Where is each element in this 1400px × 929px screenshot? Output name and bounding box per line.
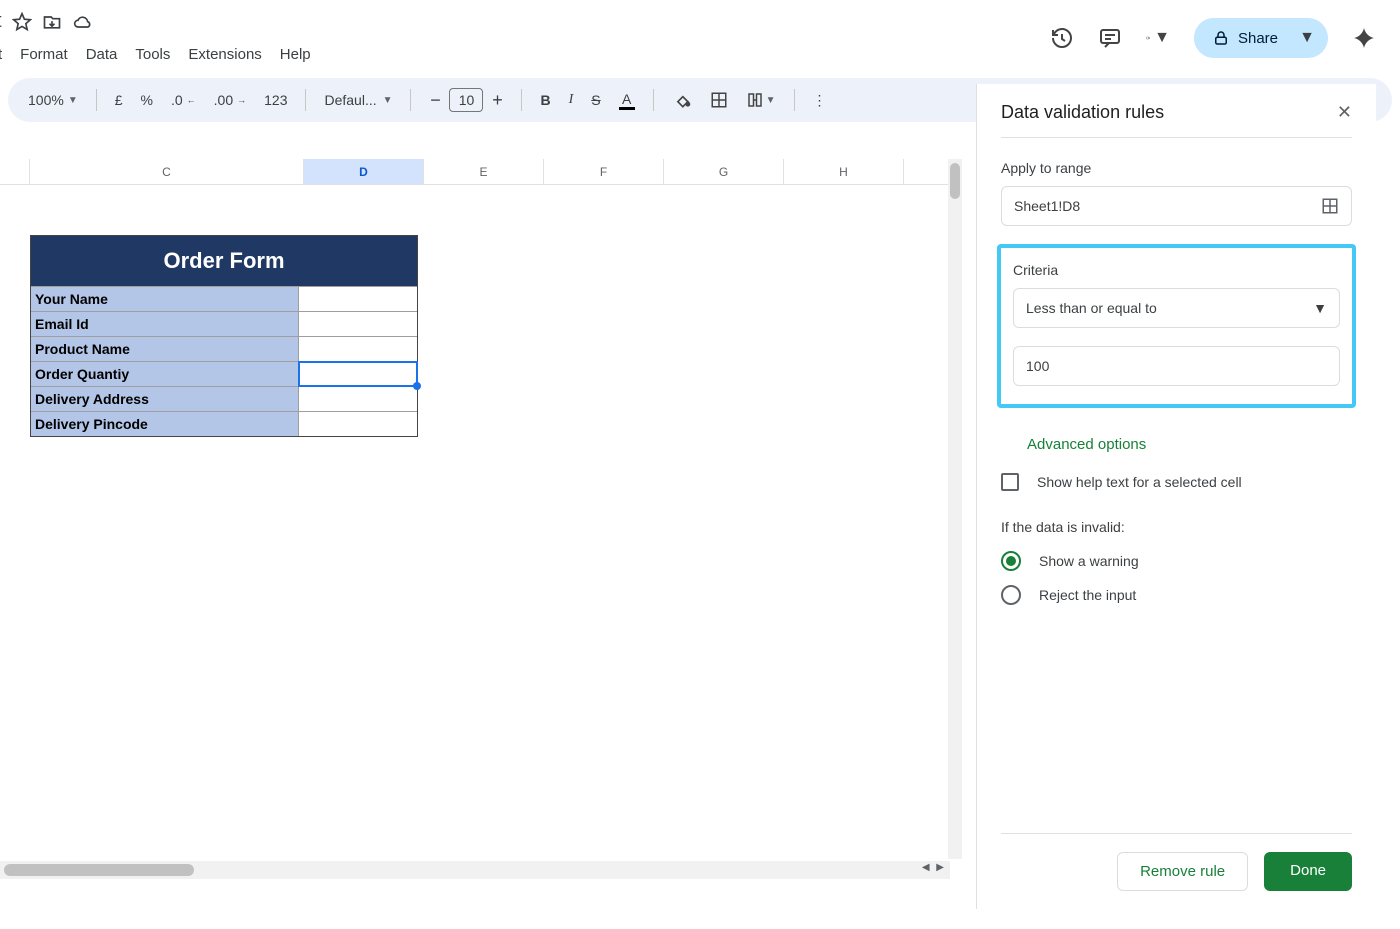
row-value-cell[interactable] — [299, 387, 417, 411]
column-header-d[interactable]: D — [304, 159, 424, 184]
menu-data[interactable]: Data — [86, 46, 118, 63]
move-icon[interactable] — [42, 12, 62, 32]
row-label: Order Quantiy — [31, 362, 299, 386]
order-form-table: Order Form Your NameEmail IdProduct Name… — [30, 235, 418, 437]
increase-decimal-button[interactable]: .00→ — [208, 88, 252, 112]
gemini-icon[interactable] — [1352, 26, 1376, 50]
close-icon[interactable]: ✕ — [1337, 102, 1352, 123]
menu-bar: t Format Data Tools Extensions Help — [0, 40, 313, 75]
share-dropdown[interactable]: ▼ — [1296, 29, 1318, 47]
comment-icon[interactable] — [1098, 26, 1122, 50]
table-row: Delivery Address — [31, 386, 417, 411]
star-icon[interactable] — [12, 12, 32, 32]
history-icon[interactable] — [1050, 26, 1074, 50]
row-value-cell[interactable] — [299, 312, 417, 336]
menu-tools[interactable]: Tools — [135, 46, 170, 63]
meet-icon[interactable]: ▼ — [1146, 26, 1170, 50]
merge-button[interactable]: ▼ — [740, 87, 782, 113]
more-button[interactable]: ⋮ — [807, 88, 833, 113]
order-form-title: Order Form — [31, 236, 417, 286]
table-row: Order Quantiy — [31, 361, 417, 386]
row-value-cell[interactable] — [299, 337, 417, 361]
borders-button[interactable] — [704, 87, 734, 113]
caret-down-icon: ▼ — [1313, 300, 1327, 316]
row-label: Delivery Pincode — [31, 412, 299, 436]
column-header-c[interactable]: C — [30, 159, 304, 184]
row-label: Product Name — [31, 337, 299, 361]
criteria-select[interactable]: Less than or equal to ▼ — [1013, 288, 1340, 328]
show-help-text-checkbox[interactable] — [1001, 473, 1019, 491]
title-fragment: t — [0, 10, 2, 33]
row-value-cell[interactable] — [299, 412, 417, 436]
done-button[interactable]: Done — [1264, 852, 1352, 891]
radio-reject-input[interactable] — [1001, 585, 1021, 605]
cloud-icon[interactable] — [72, 12, 94, 32]
decrease-decimal-button[interactable]: .0← — [165, 88, 202, 112]
font-size-input[interactable]: 10 — [449, 88, 483, 112]
column-headers: CDEFGH — [0, 159, 950, 185]
font-size-increase[interactable]: + — [485, 90, 509, 111]
radio-show-warning[interactable] — [1001, 551, 1021, 571]
vertical-scrollbar[interactable] — [948, 159, 962, 859]
font-size-decrease[interactable]: − — [423, 90, 447, 111]
radio-show-warning-label: Show a warning — [1039, 553, 1139, 569]
number-format-button[interactable]: 123 — [258, 88, 293, 112]
menu-extensions[interactable]: Extensions — [188, 46, 261, 63]
apply-range-label: Apply to range — [1001, 160, 1352, 176]
menu-help[interactable]: Help — [280, 46, 311, 63]
row-value-cell[interactable] — [299, 362, 417, 386]
table-row: Delivery Pincode — [31, 411, 417, 436]
text-color-button[interactable]: A — [613, 87, 641, 114]
font-select[interactable]: Defaul...▼ — [318, 88, 398, 112]
panel-title: Data validation rules — [1001, 102, 1164, 123]
sheet-grid[interactable]: Order Form Your NameEmail IdProduct Name… — [0, 185, 950, 859]
caret-down-icon: ▼ — [1154, 29, 1170, 47]
row-label: Delivery Address — [31, 387, 299, 411]
strikethrough-button[interactable]: S — [585, 88, 606, 112]
show-help-text-label: Show help text for a selected cell — [1037, 474, 1242, 490]
criteria-section-highlight: Criteria Less than or equal to ▼ 100 — [997, 244, 1356, 408]
italic-button[interactable]: I — [563, 88, 580, 112]
data-validation-panel: Data validation rules ✕ Apply to range S… — [976, 84, 1376, 909]
lock-icon — [1212, 29, 1230, 47]
table-row: Product Name — [31, 336, 417, 361]
percent-button[interactable]: % — [135, 88, 159, 112]
bold-button[interactable]: B — [534, 88, 556, 112]
row-label: Email Id — [31, 312, 299, 336]
menu-format[interactable]: Format — [20, 46, 68, 63]
apply-range-input[interactable]: Sheet1!D8 — [1001, 186, 1352, 226]
column-header-h[interactable]: H — [784, 159, 904, 184]
share-button[interactable]: Share ▼ — [1194, 18, 1328, 58]
table-row: Your Name — [31, 286, 417, 311]
remove-rule-button[interactable]: Remove rule — [1117, 852, 1248, 891]
grid-select-icon[interactable] — [1321, 197, 1339, 215]
advanced-options-toggle[interactable]: Advanced options — [1027, 436, 1352, 453]
radio-reject-input-label: Reject the input — [1039, 587, 1136, 603]
column-header-f[interactable]: F — [544, 159, 664, 184]
criteria-label: Criteria — [1013, 262, 1340, 278]
column-header-e[interactable]: E — [424, 159, 544, 184]
currency-button[interactable]: £ — [109, 88, 129, 112]
zoom-select[interactable]: 100%▼ — [22, 88, 84, 112]
criteria-value-input[interactable]: 100 — [1013, 346, 1340, 386]
row-value-cell[interactable] — [299, 287, 417, 311]
fill-color-button[interactable] — [666, 86, 698, 114]
share-label: Share — [1238, 30, 1278, 47]
table-row: Email Id — [31, 311, 417, 336]
invalid-data-label: If the data is invalid: — [1001, 519, 1352, 535]
row-label: Your Name — [31, 287, 299, 311]
column-header-g[interactable]: G — [664, 159, 784, 184]
menu-t[interactable]: t — [0, 46, 2, 63]
horizontal-scrollbar[interactable]: ◀ ▶ — [0, 861, 950, 879]
